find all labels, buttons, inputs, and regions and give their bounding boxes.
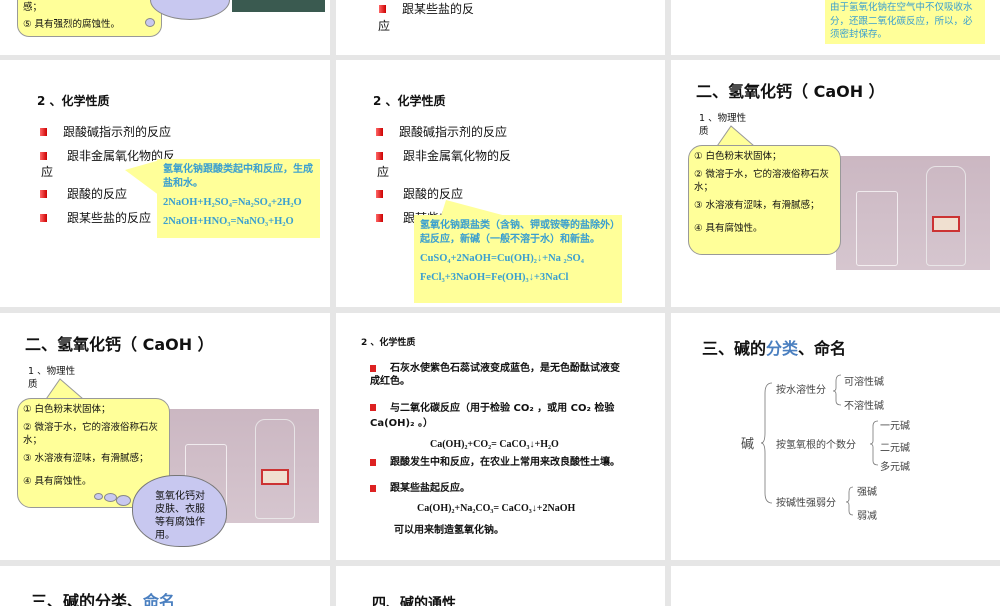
property-item: ① 白色粉末状固体；	[694, 151, 782, 162]
salt-callout: 氢氧化钠跟盐类（含钠、钾或铵等的盐除外）起反应，新碱（一般不溶于水）和新盐。 C…	[414, 215, 622, 303]
bubble-dot	[116, 495, 131, 506]
bullet-icon	[40, 214, 47, 222]
bullet-text: 跟某些盐起反应。	[390, 483, 470, 494]
title-highlight: 命名	[143, 592, 176, 606]
slide-thumbnail-4[interactable]: 2 、化学性质 跟酸碱指示剂的反应 跟非金属氧化物的反 应 跟酸的反应 跟某些盐…	[0, 60, 330, 307]
text-line: ⑤ 具有强烈的腐蚀性。	[23, 19, 121, 30]
text-line: 可以用来制造氢氧化钠。	[394, 525, 504, 536]
bullet-text: 跟酸发生中和反应，在农业上常用来改良酸性土壤。	[390, 457, 620, 468]
equation: CuSO₄+2NaOH=Cu(OH)₂↓+Na ₂SO₄	[420, 253, 584, 264]
title-part: 三、碱的分类、	[31, 592, 144, 606]
bullet-text: 跟酸碱指示剂的反应	[399, 125, 508, 139]
equation: FeCl₃+3NaOH=Fe(OH)₃↓+3NaCl	[420, 272, 569, 283]
equation: 2NaOH+HNO₃=NaNO₃+H₂O	[163, 216, 294, 227]
slide-thumbnail-5[interactable]: 2 、化学性质 跟酸碱指示剂的反应 跟非金属氧化物的反 应 跟酸的反应 跟某些盐…	[336, 60, 665, 307]
leaf-label: 多元碱	[880, 462, 910, 473]
callout-text: 氢氧化钠跟酸类起中和反应，生成盐和水。	[163, 164, 313, 189]
bullet-icon	[376, 214, 383, 222]
group-label: 按碱性强弱分	[776, 498, 836, 509]
slide-thumbnail-11[interactable]: 四、碱的通性	[336, 566, 665, 606]
slide-title: 二、氢氧化钙（ CaOH ）	[25, 335, 214, 354]
property-item: ③ 水溶液有涩味，有滑腻感；	[694, 200, 820, 211]
slide-thumbnail-10[interactable]: 三、碱的分类、命名	[0, 566, 330, 606]
bullet-text: 跟酸碱指示剂的反应	[63, 125, 172, 139]
equation: 2NaOH+H₂SO₄=Na₂SO₄+2H₂O	[163, 197, 302, 208]
slide-thumbnail-9[interactable]: 三、碱的分类、命名 碱 按水溶性分 按氢氧根的个数分 按碱性强弱分 可溶性碱 不…	[671, 313, 1000, 560]
heading: 2 、化学性质	[373, 94, 446, 108]
bullet-text: 应	[41, 165, 54, 179]
beaker-bottle-photo	[836, 156, 990, 270]
slide-thumbnail-6[interactable]: 二、氢氧化钙（ CaOH ） 1 、物理性质 ① 白色粉末状固体； ② 微溶于水…	[671, 60, 1000, 307]
bullet-icon	[379, 5, 386, 13]
bubble-dot	[145, 18, 155, 27]
slide-thumbnail-2[interactable]: 跟某些盐的反 应	[336, 0, 665, 55]
property-item: ② 微溶于水，它的溶液俗称石灰水；	[694, 169, 830, 193]
leaf-label: 弱减	[857, 511, 877, 522]
leaf-label: 一元碱	[880, 421, 910, 432]
leaf-label: 强碱	[857, 487, 877, 498]
bullet-text: 应	[377, 165, 390, 179]
acid-callout: 氢氧化钠跟酸类起中和反应，生成盐和水。 2NaOH+H₂SO₄=Na₂SO₄+2…	[157, 159, 320, 238]
property-item: ① 白色粉末状固体；	[23, 404, 111, 415]
callout-text: 氢氧化钠跟盐类（含钠、钾或铵等的盐除外）起反应，新碱（一般不溶于水）和新盐。	[420, 220, 615, 245]
bullet-text: 与二氧化碳反应（用于检验 CO₂ ，或用 CO₂ 检验 Ca(OH)₂ 。）	[370, 403, 615, 429]
leaf-label: 二元碱	[880, 443, 910, 454]
slide-thumbnail-8[interactable]: 2 、化学性质 石灰水使紫色石蕊试液变成蓝色，是无色酚酞试液变成红色。 与二氧化…	[336, 313, 665, 560]
slide-thumbnail-3[interactable]: 由于氢氧化钠在空气中不仅吸收水分，还跟二氧化碳反应，所以，必须密封保存。	[671, 0, 1000, 55]
slide-thumbnail-12[interactable]	[671, 566, 1000, 606]
slide-thumbnail-1[interactable]: 感； ⑤ 具有强烈的腐蚀性。	[0, 0, 330, 55]
heading: 2 、化学性质	[37, 94, 110, 108]
property-item: ② 微溶于水，它的溶液俗称石灰水；	[23, 422, 159, 446]
bullet-icon	[376, 190, 383, 198]
storage-note: 由于氢氧化钠在空气中不仅吸收水分，还跟二氧化碳反应，所以，必须密封保存。	[825, 0, 985, 44]
property-item: ④ 具有腐蚀性。	[694, 223, 763, 234]
cloud-callout	[150, 0, 230, 20]
bullet-text: 跟非金属氧化物的反	[403, 149, 512, 163]
bullet-text: 跟某些盐的反应	[67, 211, 152, 225]
photo	[232, 0, 325, 12]
bullet-text: 跟某些盐的反	[402, 2, 475, 16]
bullet-icon	[376, 128, 383, 136]
bullet-icon	[40, 190, 47, 198]
heading: 2 、化学性质	[361, 338, 416, 348]
bullet-icon	[370, 404, 376, 411]
group-label: 按氢氧根的个数分	[776, 440, 856, 451]
cloud-callout: 氢氧化钙对皮肤、衣服等有腐蚀作用。	[132, 475, 227, 547]
bubble-dot	[94, 493, 103, 500]
bullet-icon	[40, 152, 47, 160]
properties-box: 感； ⑤ 具有强烈的腐蚀性。	[17, 0, 162, 37]
slide-title: 二、氢氧化钙（ CaOH ）	[696, 82, 885, 101]
bullet-text: 应	[378, 19, 391, 33]
property-item: ③ 水溶液有涩味，有滑腻感；	[23, 453, 149, 464]
text-line: 感；	[23, 2, 43, 13]
bullet-icon	[370, 485, 376, 492]
equation: Ca(OH)₂+CO₂= CaCO₃↓+H₂O	[430, 439, 559, 450]
slide-thumbnail-7[interactable]: 二、氢氧化钙（ CaOH ） 1 、物理性质 ① 白色粉末状固体； ② 微溶于水…	[0, 313, 330, 560]
equation: Ca(OH)₂+Na₂CO₃= CaCO₃↓+2NaOH	[417, 503, 576, 514]
bullet-text: 石灰水使紫色石蕊试液变成蓝色，是无色酚酞试液变成红色。	[370, 363, 620, 387]
bullet-icon	[376, 152, 383, 160]
slide-title: 三、碱的分类、命名	[31, 588, 175, 606]
leaf-label: 可溶性碱	[844, 377, 884, 388]
bullet-icon	[370, 365, 376, 372]
bullet-text: 跟酸的反应	[67, 187, 128, 201]
group-label: 按水溶性分	[776, 385, 826, 396]
leaf-label: 不溶性碱	[844, 401, 884, 412]
bullet-icon	[370, 459, 376, 466]
bullet-icon	[40, 128, 47, 136]
properties-box: ① 白色粉末状固体； ② 微溶于水，它的溶液俗称石灰水； ③ 水溶液有涩味，有滑…	[688, 145, 841, 255]
